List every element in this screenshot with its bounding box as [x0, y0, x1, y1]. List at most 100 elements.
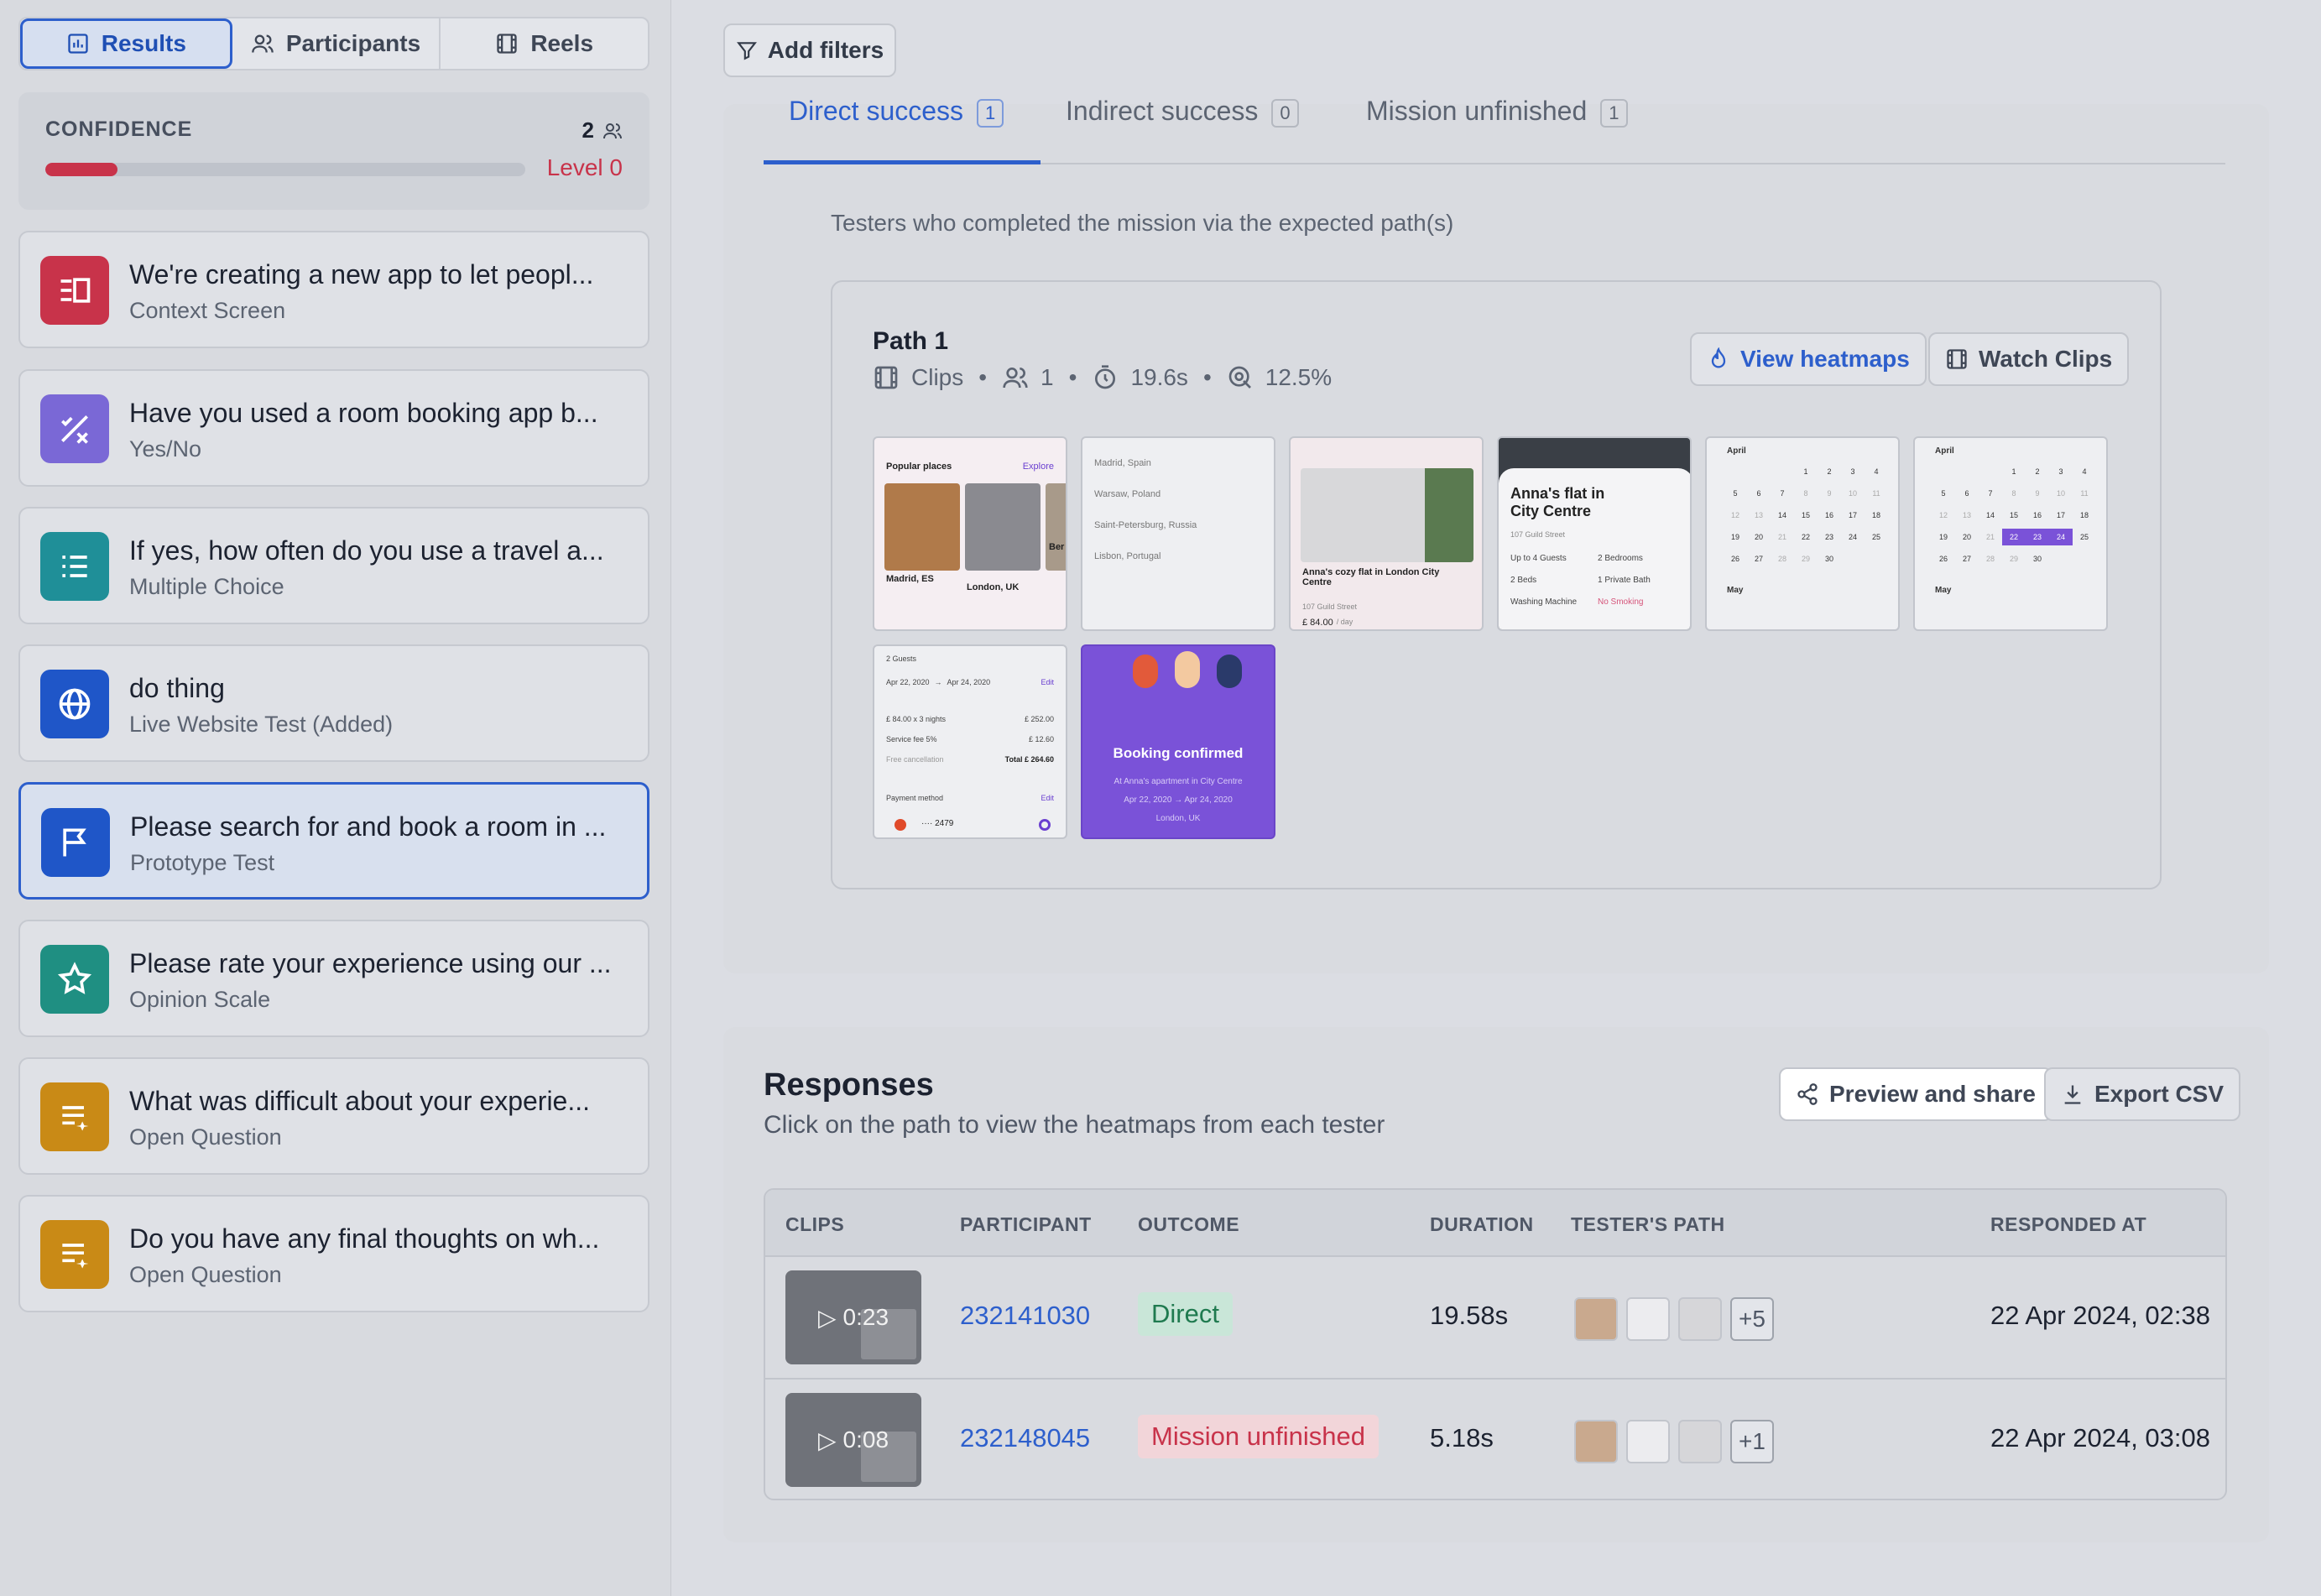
calendar-day: 18: [1871, 511, 1880, 519]
block-card[interactable]: Please search for and book a room in ...…: [18, 782, 649, 900]
outcome-description: Testers who completed the mission via th…: [831, 210, 1454, 236]
calendar-day: 9: [1827, 489, 1832, 498]
calendar-day: 17: [2056, 511, 2065, 519]
calendar-day: 12: [1730, 511, 1739, 519]
celebration-illustration: [1099, 646, 1260, 713]
add-filters-button[interactable]: Add filters: [723, 23, 896, 77]
clip-thumbnail[interactable]: ▷ 0:23: [785, 1270, 921, 1364]
tab-mission-unfinished[interactable]: Mission unfinished 1: [1366, 87, 1628, 164]
column-header[interactable]: PARTICIPANT: [960, 1213, 1092, 1236]
confidence-level: Level 0: [546, 154, 623, 180]
screen-thumbnail-confirmed[interactable]: Booking confirmed At Anna's apartment in…: [1081, 644, 1275, 839]
film-icon: [1947, 349, 1967, 369]
clip-thumbnail[interactable]: ▷ 0:08: [785, 1393, 921, 1487]
photo-berlin: [1046, 483, 1066, 571]
calendar-day: 3: [1850, 467, 1855, 476]
screen-thumbnail-detail[interactable]: Anna's flat in City Centre 107 Guild Str…: [1497, 436, 1692, 631]
calendar-day: 15: [1801, 511, 1810, 519]
filter-icon: [736, 42, 757, 60]
calendar-day: 4: [1874, 467, 1879, 476]
calendar-day: 25: [1871, 533, 1880, 541]
block-card[interactable]: Do you have any final thoughts on wh... O…: [18, 1195, 649, 1312]
calendar-day: 9: [2035, 489, 2040, 498]
screen-thumbnail-summary[interactable]: 2 Guests Apr 22, 2020 → Apr 24, 2020 Edit …: [873, 644, 1067, 839]
path-more-count[interactable]: +1: [1730, 1420, 1774, 1463]
calendar-day: 1: [2011, 467, 2016, 476]
film-icon: [497, 34, 517, 54]
path-screen-thumbnail[interactable]: [1678, 1297, 1722, 1341]
calendar-day: 14: [1985, 511, 1995, 519]
screen-thumbnail-calendar-selected[interactable]: April 1 2 3 4 5 6 7 8 9 10 11 12 13 14 15 16 17 18 19 20 21 2…: [1913, 436, 2108, 631]
path-more-count[interactable]: +5: [1730, 1297, 1774, 1341]
calendar-day: 5: [1941, 489, 1946, 498]
tab-participants[interactable]: Participants: [232, 18, 441, 69]
block-card[interactable]: Have you used a room booking app b... Yes…: [18, 369, 649, 487]
table-row[interactable]: ▷ 0:23 232141030 Direct 19.58s +5 22 Apr 2024,…: [765, 1257, 2225, 1380]
calendar-day: 30: [2032, 555, 2042, 563]
block-title: Have you used a room booking app b...: [129, 398, 598, 428]
block-type: Live Website Test (Added): [129, 712, 394, 737]
preview-share-button[interactable]: Preview and share: [1779, 1067, 2052, 1121]
block-title: Please rate your experience using our ..…: [129, 948, 612, 978]
calendar-day: 30: [1824, 555, 1833, 563]
column-header[interactable]: DURATION: [1430, 1213, 1534, 1236]
path-screen-thumbnail[interactable]: [1626, 1420, 1670, 1463]
column-header[interactable]: TESTER'S PATH: [1571, 1213, 1725, 1236]
screen-thumbnail-search[interactable]: Madrid, Spain Warsaw, Poland Saint-Peter…: [1081, 436, 1275, 631]
screen-thumbnail-listing[interactable]: Anna's cozy flat in London City Centre 1…: [1289, 436, 1484, 631]
responses-title: Responses: [764, 1067, 934, 1103]
share-icon: [1797, 1083, 1818, 1105]
calendar-day: 18: [2079, 511, 2089, 519]
calendar-day: 25: [2079, 533, 2089, 541]
download-icon: [2064, 1085, 2081, 1104]
calendar-day: 19: [1730, 533, 1739, 541]
export-csv-button[interactable]: Export CSV: [2044, 1067, 2241, 1121]
block-type: Multiple Choice: [129, 574, 284, 599]
block-card[interactable]: do thing Live Website Test (Added): [18, 644, 649, 762]
bar-chart-icon: [68, 34, 88, 54]
participant-link[interactable]: 232141030: [960, 1301, 1090, 1331]
block-icon-badge: [40, 256, 109, 325]
calendar-day: 7: [1988, 489, 1993, 498]
block-card[interactable]: What was difficult about your experie...…: [18, 1057, 649, 1175]
calendar-day: 8: [1803, 489, 1808, 498]
column-header[interactable]: RESPONDED AT: [1990, 1213, 2146, 1236]
screen-thumbnail-calendar[interactable]: April 1 2 3 4 5 6 7 8 9 10 11 12 13 14 15 16 17 18 19 20 21 2…: [1705, 436, 1900, 631]
screen-thumbnail-popular-places[interactable]: Popular places Explore Madrid, ES London…: [873, 436, 1067, 631]
block-card[interactable]: If yes, how often do you use a travel a.…: [18, 507, 649, 624]
column-header[interactable]: OUTCOME: [1138, 1213, 1239, 1236]
tab-direct-success[interactable]: Direct success 1: [764, 87, 1041, 164]
path-screen-thumbnail[interactable]: [1574, 1420, 1618, 1463]
block-card[interactable]: We're creating a new app to let peopl...…: [18, 231, 649, 348]
block-icon-badge: [40, 945, 109, 1014]
block-icon-badge: [41, 808, 110, 877]
path-card[interactable]: Path 1 Clips • 1 • 19.6s • 12.5% View he…: [831, 280, 2162, 889]
confidence-panel: CONFIDENCE 2 Level 0: [18, 92, 649, 210]
block-title: do thing: [129, 673, 225, 703]
tab-indirect-success[interactable]: Indirect success 0: [1066, 87, 1299, 164]
calendar-day: 15: [2009, 511, 2018, 519]
tab-reels[interactable]: Reels: [441, 18, 648, 69]
path-screen-thumbnail[interactable]: [1574, 1297, 1618, 1341]
block-card[interactable]: Please rate your experience using our ..…: [18, 920, 649, 1037]
path-screen-thumbnail[interactable]: [1678, 1420, 1722, 1463]
block-title: Please search for and book a room in ...: [130, 811, 607, 842]
calendar-day: 29: [2009, 555, 2018, 563]
watch-clips-button[interactable]: Watch Clips: [1928, 332, 2130, 386]
path-screen-thumbnail[interactable]: [1626, 1297, 1670, 1341]
table-row[interactable]: ▷ 0:08 232148045 Mission unfinished 5.18s +1 2…: [765, 1380, 2225, 1499]
calendar-day: 28: [1985, 555, 1995, 563]
block-title: What was difficult about your experie...: [129, 1086, 591, 1116]
block-type: Opinion Scale: [129, 987, 271, 1012]
calendar-day: 23: [1824, 533, 1833, 541]
participant-link[interactable]: 232148045: [960, 1423, 1090, 1453]
clip-duration: 0:08: [842, 1426, 889, 1453]
tab-results[interactable]: Results: [20, 18, 232, 69]
play-icon: ▷: [817, 1426, 837, 1453]
clip-duration: 0:23: [842, 1304, 889, 1330]
block-type: Open Question: [129, 1262, 282, 1287]
flame-icon: [1711, 347, 1726, 368]
column-header[interactable]: CLIPS: [785, 1213, 844, 1236]
calendar-day: 26: [1938, 555, 1948, 563]
view-heatmaps-button[interactable]: View heatmaps: [1690, 332, 1927, 386]
